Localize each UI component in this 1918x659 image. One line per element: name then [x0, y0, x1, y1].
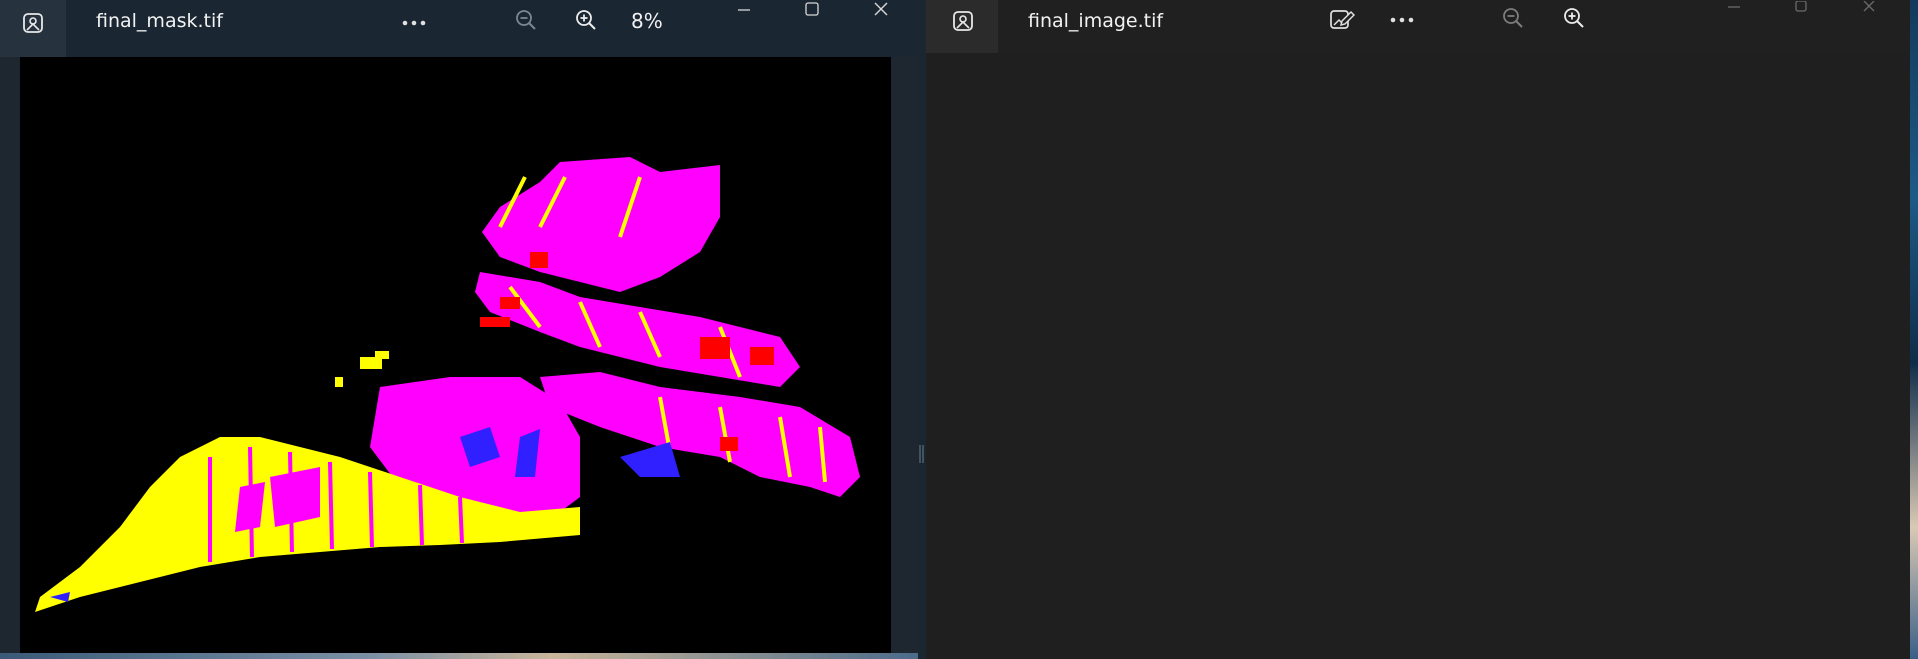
- zoom-in-button[interactable]: [1559, 3, 1589, 33]
- more-options-button[interactable]: [1385, 5, 1419, 35]
- more-options-icon: [401, 19, 427, 27]
- minimize-button[interactable]: [731, 0, 757, 20]
- vertical-scrollbar[interactable]: [891, 57, 918, 659]
- desktop-background-strip: [0, 653, 918, 659]
- minimize-icon: [1727, 2, 1741, 12]
- file-title: final_image.tif: [1028, 10, 1164, 32]
- app-icon-tile[interactable]: [926, 0, 998, 53]
- photos-app-icon: [948, 6, 978, 36]
- segmentation-mask-image: [35, 157, 860, 612]
- image-canvas[interactable]: [926, 53, 1910, 659]
- close-button[interactable]: [1856, 0, 1882, 14]
- image-viewer-window-image: final_image.tif: [926, 0, 1910, 659]
- zoom-out-button[interactable]: [511, 5, 541, 35]
- zoom-in-button[interactable]: [571, 5, 601, 35]
- window-gap: [918, 0, 926, 659]
- zoom-out-icon: [1501, 6, 1525, 30]
- zoom-in-icon: [1562, 6, 1586, 30]
- close-icon: [873, 2, 889, 18]
- image-canvas[interactable]: [20, 57, 891, 655]
- image-viewer-window-mask: final_mask.tif 8%: [0, 0, 918, 659]
- close-icon: [1862, 1, 1876, 13]
- desktop-background: [1910, 0, 1918, 659]
- resize-grip[interactable]: [919, 445, 924, 463]
- photos-app-icon: [18, 8, 48, 38]
- zoom-in-icon: [574, 8, 598, 32]
- close-button[interactable]: [868, 0, 894, 20]
- maximize-icon: [1794, 1, 1808, 13]
- edit-image-button[interactable]: [1326, 4, 1358, 36]
- more-options-button[interactable]: [397, 6, 431, 40]
- title-bar[interactable]: final_image.tif: [926, 0, 1910, 57]
- app-icon-tile[interactable]: [0, 0, 66, 57]
- zoom-level[interactable]: 8%: [631, 9, 663, 33]
- more-options-icon: [1389, 16, 1415, 24]
- zoom-out-button[interactable]: [1498, 3, 1528, 33]
- zoom-out-icon: [514, 8, 538, 32]
- minimize-button[interactable]: [1721, 0, 1747, 14]
- maximize-button[interactable]: [799, 0, 825, 20]
- maximize-button[interactable]: [1788, 0, 1814, 14]
- title-bar[interactable]: final_mask.tif 8%: [0, 0, 918, 57]
- maximize-icon: [804, 2, 820, 18]
- edit-image-icon: [1329, 7, 1355, 33]
- file-title: final_mask.tif: [96, 10, 223, 32]
- minimize-icon: [737, 3, 751, 17]
